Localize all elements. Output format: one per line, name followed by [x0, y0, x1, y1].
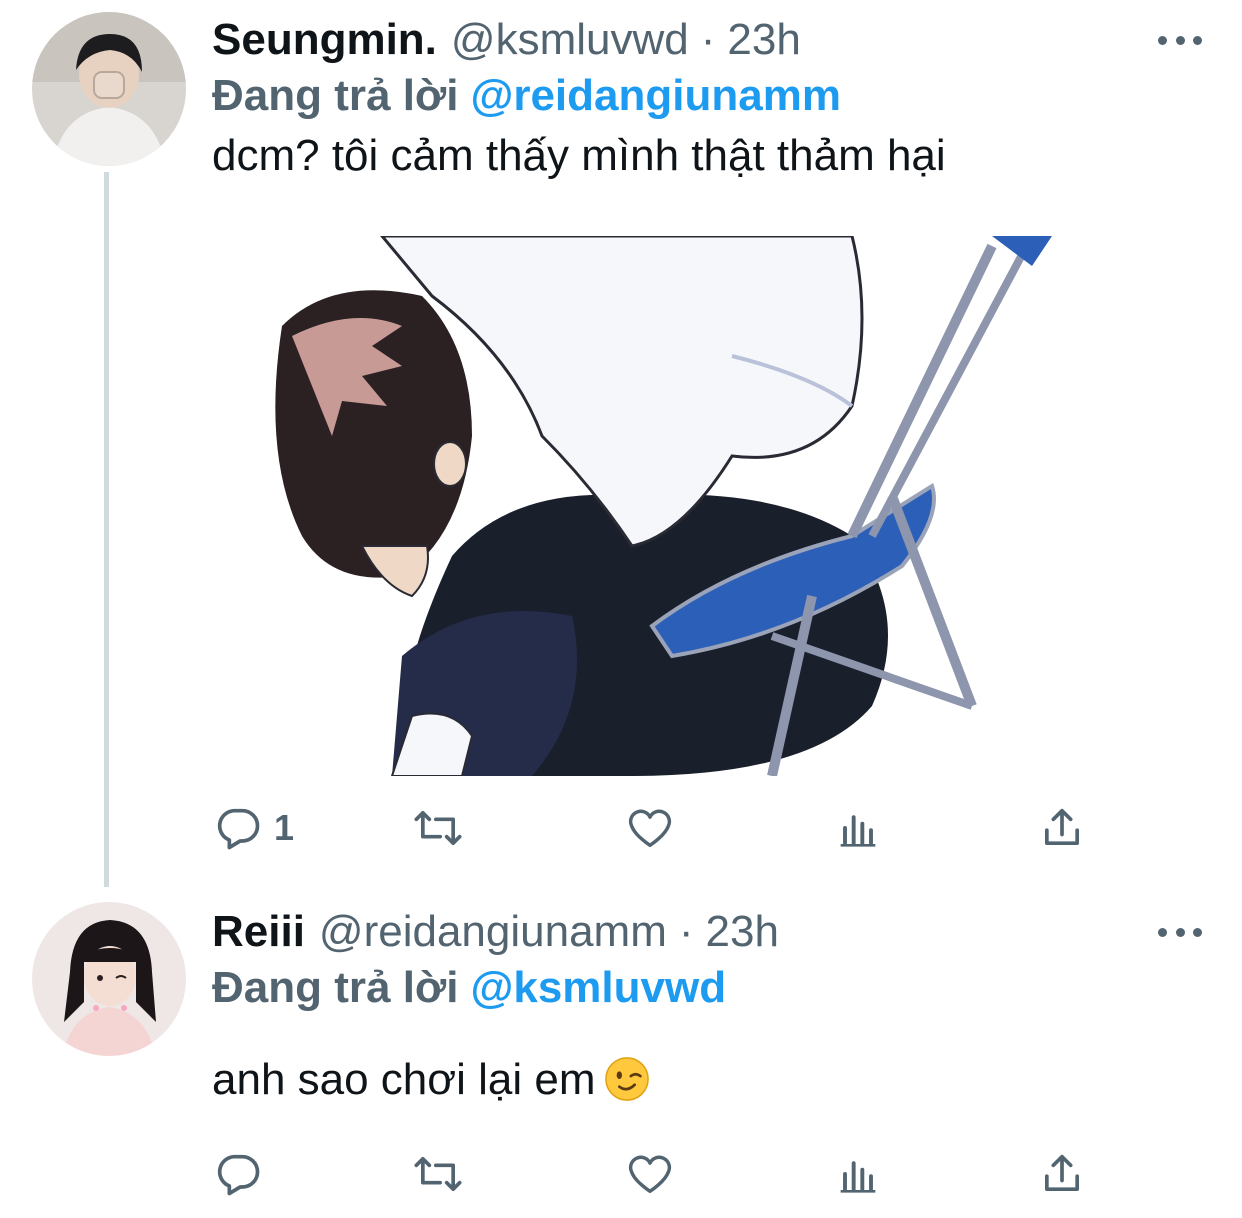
tweet-reiii[interactable]: Reiii @reidangiunamm · 23h Đang trả lời @…	[212, 904, 1202, 1108]
analytics-icon	[840, 1161, 876, 1193]
separator-dot: ·	[678, 907, 694, 956]
share-action[interactable]	[1036, 1142, 1088, 1206]
share-icon	[1044, 808, 1080, 846]
thread-connector-line	[104, 172, 109, 887]
heart-icon	[628, 1155, 672, 1194]
analytics-icon	[840, 815, 876, 847]
user-handle[interactable]: @reidangiunamm	[319, 904, 667, 960]
retweet-action[interactable]	[412, 1142, 474, 1206]
like-action[interactable]	[624, 796, 686, 860]
reply-icon	[217, 1154, 260, 1196]
tweet-text: anh sao chơi lại em	[212, 1055, 596, 1104]
tweet-header: Reiii @reidangiunamm · 23h	[212, 904, 1202, 960]
tweet-actions	[212, 1142, 1092, 1206]
heart-icon	[628, 809, 672, 848]
display-name[interactable]: Seungmin.	[212, 12, 437, 68]
retweet-icon	[414, 810, 462, 846]
separator-dot: ·	[700, 15, 716, 64]
reply-action[interactable]	[212, 1142, 274, 1206]
winking-face-emoji-icon	[604, 1057, 649, 1101]
tweet-header: Seungmin. @ksmluvwd · 23h	[212, 12, 1202, 68]
share-action[interactable]	[1036, 796, 1088, 860]
tweet-text: dcm? tôi cảm thấy mình thật thảm hại	[212, 131, 946, 180]
timestamp[interactable]: 23h	[706, 904, 779, 960]
anime-illustration	[212, 236, 1058, 776]
views-action[interactable]	[832, 796, 884, 860]
retweet-icon	[414, 1156, 462, 1192]
user-handle[interactable]: @ksmluvwd	[451, 12, 689, 68]
tweet-text-row: anh sao chơi lại em	[212, 1052, 1202, 1108]
reply-count: 1	[274, 807, 295, 848]
more-icon[interactable]	[1158, 20, 1202, 60]
replying-label: Đang trả lời	[212, 71, 459, 120]
avatar-seungmin[interactable]	[32, 12, 186, 166]
timestamp[interactable]: 23h	[727, 12, 800, 68]
reply-action[interactable]: 1	[212, 796, 294, 860]
mention-link[interactable]: @ksmluvwd	[470, 963, 726, 1012]
more-icon[interactable]	[1158, 912, 1202, 952]
tweet-media-image[interactable]	[212, 236, 1058, 776]
avatar-photo	[32, 12, 186, 166]
display-name[interactable]: Reiii	[212, 904, 305, 960]
avatar-reiii[interactable]	[32, 902, 186, 1056]
reply-icon	[217, 808, 260, 850]
mention-link[interactable]: @reidangiunamm	[470, 71, 841, 120]
retweet-action[interactable]	[412, 796, 474, 860]
share-icon	[1044, 1154, 1080, 1192]
replying-label: Đang trả lời	[212, 963, 459, 1012]
tweet-actions: 1	[212, 796, 1092, 860]
tweet-seungmin[interactable]: Seungmin. @ksmluvwd · 23h Đang trả lời @r…	[212, 12, 1202, 184]
like-action[interactable]	[624, 1142, 686, 1206]
replying-to: Đang trả lời @reidangiunamm	[212, 68, 1202, 124]
replying-to: Đang trả lời @ksmluvwd	[212, 960, 1202, 1016]
avatar-photo	[32, 902, 186, 1056]
views-action[interactable]	[832, 1142, 884, 1206]
